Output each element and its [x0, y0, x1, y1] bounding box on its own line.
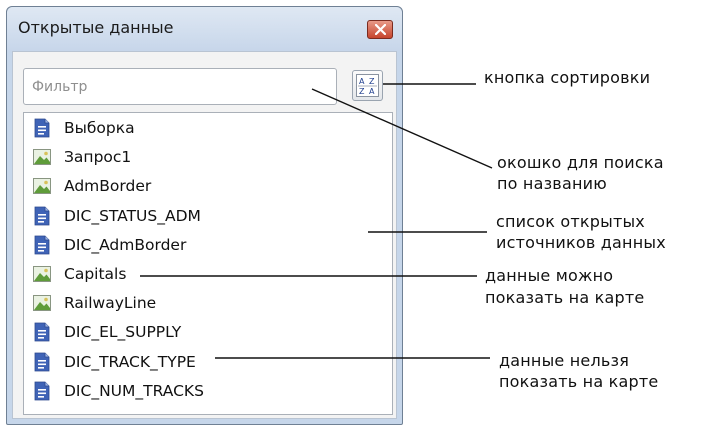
list-item-label: Capitals	[64, 265, 127, 283]
filter-input[interactable]	[23, 68, 337, 105]
list-item[interactable]: RailwayLine	[24, 291, 156, 315]
close-icon	[375, 24, 386, 35]
annotation-map-line2: показать на карте	[485, 288, 645, 307]
list-item-label: AdmBorder	[64, 177, 152, 196]
annotation-search-box-line2: по названию	[497, 174, 607, 193]
list-item-label: DIC_NUM_TRACKS	[64, 381, 204, 400]
annotation-list-line2: источников данных	[496, 233, 666, 252]
annotation-nomap-line1: данные нельзя	[499, 351, 630, 370]
svg-text:Z: Z	[359, 87, 365, 96]
list-item[interactable]: DIC_NUM_TRACKS	[24, 379, 204, 403]
svg-text:A: A	[359, 77, 365, 86]
list-item[interactable]: Выборка	[24, 116, 135, 140]
svg-text:A: A	[369, 87, 375, 96]
list-item-label: DIC_EL_SUPPLY	[64, 323, 182, 342]
map-image-icon	[33, 149, 51, 166]
map-image-icon	[33, 178, 51, 195]
annotation-list-line1: список открытых	[496, 212, 645, 231]
list-item-label: DIC_STATUS_ADM	[64, 206, 201, 225]
title-bar[interactable]: Открытые данные	[7, 7, 402, 51]
list-item-label: Выборка	[64, 119, 135, 137]
window-content: A Z Z A Выборка Запрос1 AdmBorder DIC_STATU…	[12, 51, 397, 419]
svg-text:Z: Z	[369, 77, 375, 86]
list-item[interactable]: DIC_TRACK_TYPE	[24, 350, 196, 374]
document-icon	[34, 235, 50, 255]
list-item-label: Запрос1	[64, 148, 132, 167]
list-item[interactable]: DIC_STATUS_ADM	[24, 204, 201, 228]
list-item[interactable]: Capitals	[24, 262, 126, 286]
map-image-icon	[33, 295, 51, 312]
document-icon	[34, 381, 50, 401]
list-item[interactable]: DIC_EL_SUPPLY	[24, 320, 181, 344]
window-title: Открытые данные	[18, 18, 174, 37]
annotation-search-box-line1: окошко для поиска	[497, 153, 664, 172]
list-item-label: DIC_AdmBorder	[64, 235, 187, 254]
list-item-label: DIC_TRACK_TYPE	[64, 352, 196, 371]
document-icon	[34, 206, 50, 225]
annotation-map-line1: данные можно	[485, 266, 614, 285]
close-button[interactable]	[367, 20, 393, 39]
map-image-icon	[33, 266, 51, 282]
open-data-list[interactable]: Выборка Запрос1 AdmBorder DIC_STATUS_ADM DIC…	[23, 112, 393, 415]
list-item[interactable]: AdmBorder	[24, 174, 151, 198]
sort-button[interactable]: A Z Z A	[352, 70, 383, 101]
annotation-nomap-line2: показать на карте	[499, 372, 659, 391]
list-item[interactable]: Запрос1	[24, 145, 131, 169]
list-item[interactable]: DIC_AdmBorder	[24, 233, 186, 257]
open-data-window: Открытые данные A Z Z A Выборка Запрос1 Ad…	[6, 6, 403, 425]
document-icon	[34, 322, 50, 342]
annotation-sort-button: кнопка сортировки	[484, 68, 651, 87]
sort-az-icon: A Z Z A	[356, 74, 379, 97]
list-item-label: RailwayLine	[64, 294, 157, 313]
document-icon	[34, 118, 50, 138]
document-icon	[34, 352, 50, 371]
